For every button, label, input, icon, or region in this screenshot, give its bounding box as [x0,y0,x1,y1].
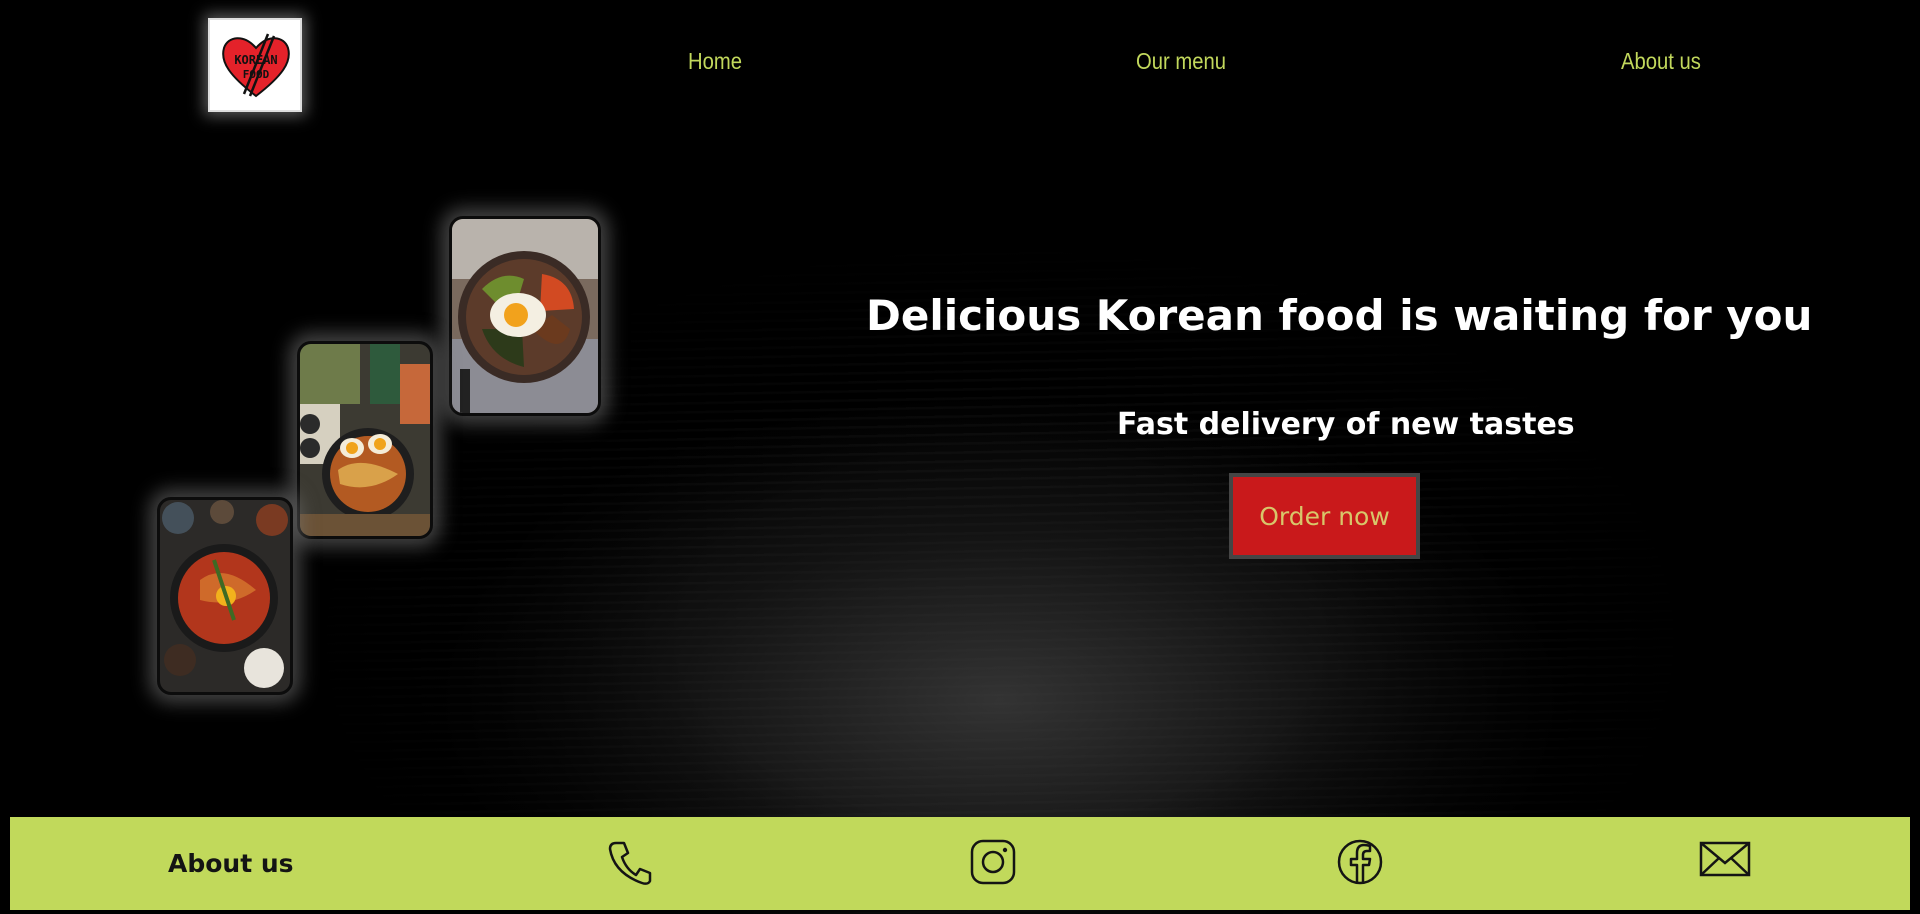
brand-logo[interactable]: KOREAN FOOD [208,18,302,112]
facebook-icon[interactable] [1337,839,1383,885]
logo-text-top: KOREAN [234,53,277,67]
hero-title: Delicious Korean food is waiting for you [866,291,1813,340]
instagram-icon[interactable] [970,839,1016,885]
food-card-ramen[interactable] [297,341,433,539]
food-card-bibimbap[interactable] [449,216,601,416]
spicy-stew-photo [160,500,290,692]
phone-icon[interactable] [608,839,652,885]
nav-menu-link[interactable]: Our menu [1136,48,1226,75]
mail-icon[interactable] [1699,839,1751,879]
order-now-button[interactable]: Order now [1229,473,1420,559]
bibimbap-photo [452,219,598,413]
background-vignette [0,0,1920,914]
hero-subtitle: Fast delivery of new tastes [1117,407,1575,442]
heart-logo-icon: KOREAN FOOD [222,33,290,98]
footer-bar: About us [10,817,1910,910]
ramen-table-photo [300,344,430,536]
nav-about-link[interactable]: About us [1621,48,1701,75]
logo-text-bottom: FOOD [243,68,270,81]
footer-about-link[interactable]: About us [168,849,294,878]
nav-home-link[interactable]: Home [688,48,742,75]
food-card-stew[interactable] [157,497,293,695]
